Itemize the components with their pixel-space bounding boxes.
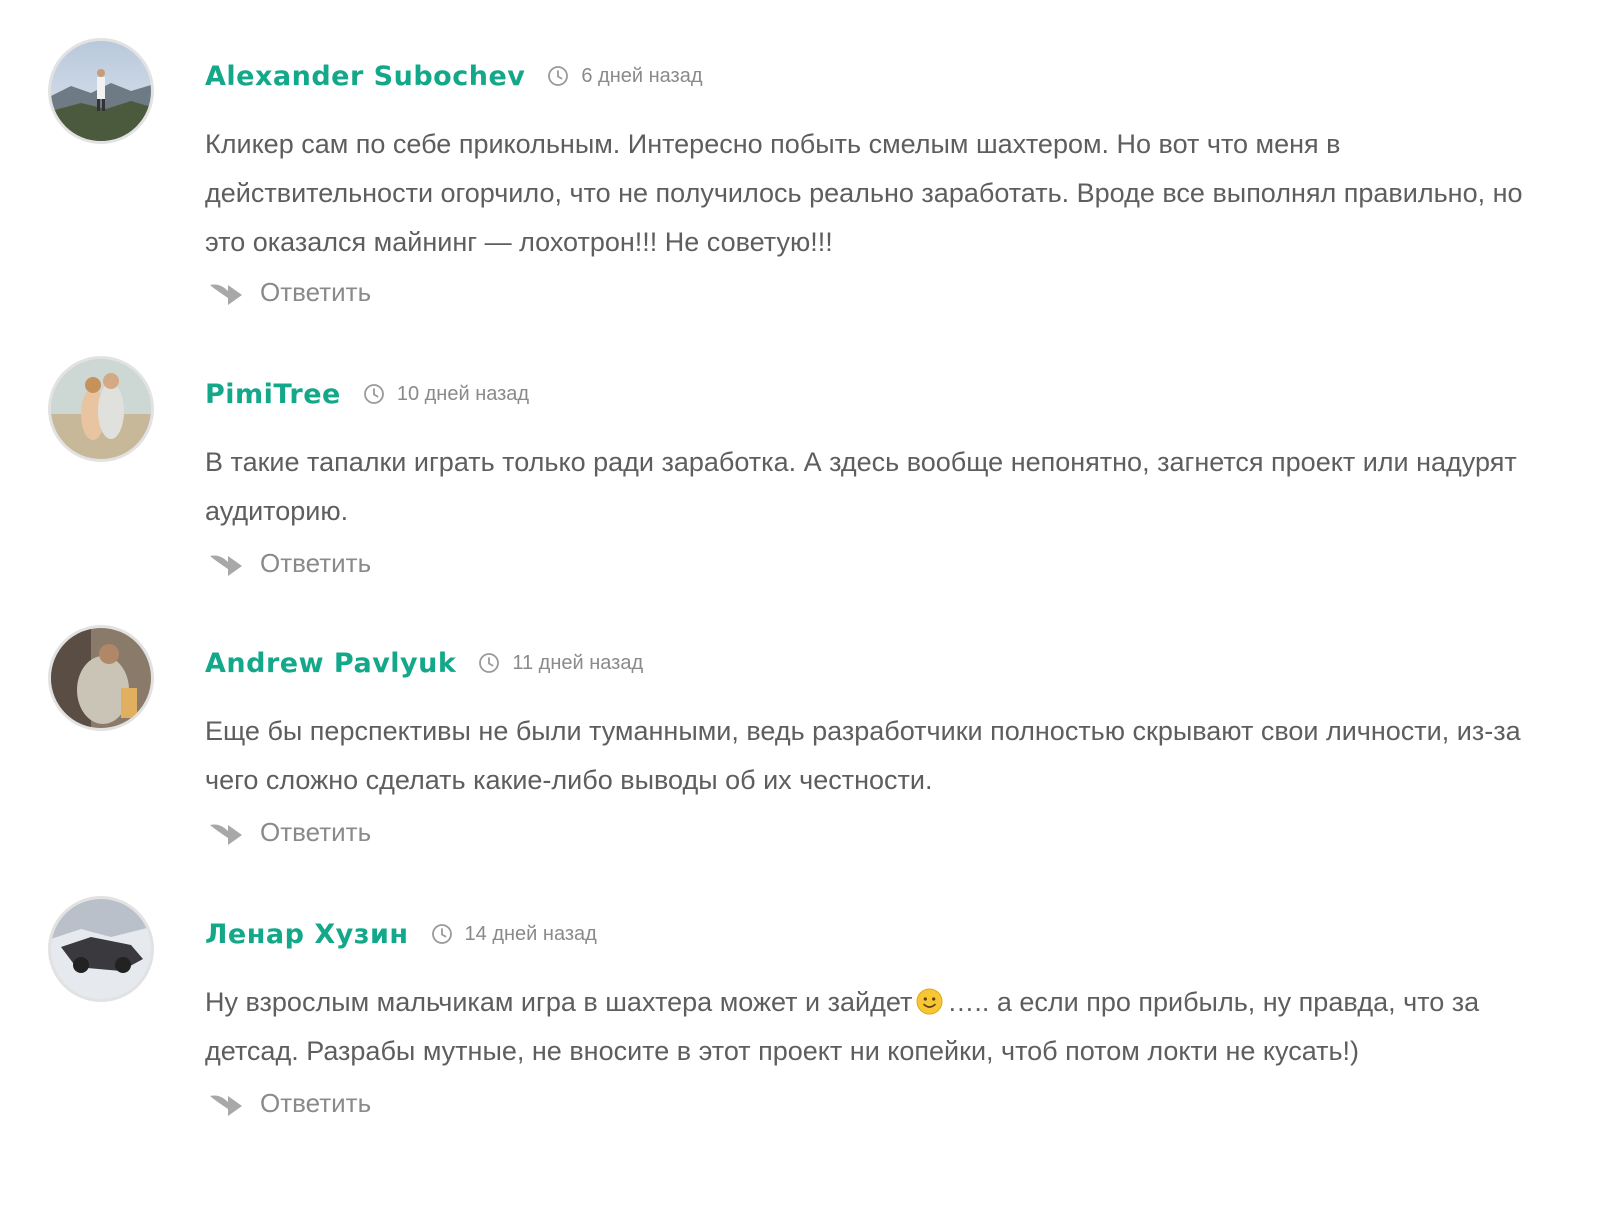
clock-icon <box>478 652 500 674</box>
reply-label: Ответить <box>260 547 372 578</box>
avatar[interactable] <box>48 625 154 731</box>
comment-meta: PimiTree 10 дней назад <box>205 374 529 414</box>
reply-button[interactable]: Ответить <box>208 543 371 583</box>
comment-time-label: 11 дней назад <box>512 651 644 674</box>
reply-arrow-icon <box>208 548 244 578</box>
comment-time-label: 14 дней назад <box>464 922 597 945</box>
comment-author[interactable]: Ленар Хузин <box>205 919 409 950</box>
reply-label: Ответить <box>260 816 372 847</box>
comment-time-label: 6 дней назад <box>581 64 703 87</box>
reply-label: Ответить <box>260 276 372 307</box>
reply-arrow-icon <box>208 817 244 847</box>
comment-meta: Alexander Subochev 6 дней назад <box>205 56 703 96</box>
reply-arrow-icon <box>208 1088 244 1118</box>
comment-text: Ну взрослым мальчикам игра в шахтера мож… <box>205 978 1560 1076</box>
reply-button[interactable]: Ответить <box>208 1083 371 1123</box>
comment-author[interactable]: Alexander Subochev <box>205 61 525 92</box>
comment-author[interactable]: PimiTree <box>205 379 341 410</box>
comment-text: В такие тапалки играть только ради зараб… <box>205 447 1517 526</box>
reply-button[interactable]: Ответить <box>208 812 371 852</box>
reply-label: Ответить <box>260 1087 372 1118</box>
avatar[interactable] <box>48 38 154 144</box>
comment-time-label: 10 дней назад <box>396 382 530 405</box>
comment-time[interactable]: 10 дней назад <box>363 383 529 406</box>
comment-meta: Ленар Хузин 14 дней назад <box>205 914 597 954</box>
clock-icon <box>547 65 569 87</box>
comment-text-part: Ну взрослым мальчикам игра в шахтера мож… <box>205 987 913 1017</box>
reply-arrow-icon <box>208 277 244 307</box>
reply-button[interactable]: Ответить <box>208 272 371 312</box>
comment-text: Кликер сам по себе прикольным. Интересно… <box>205 129 1523 257</box>
clock-icon <box>363 383 385 405</box>
comment-text: Еще бы перспективы не были туманными, ве… <box>205 716 1521 795</box>
avatar[interactable] <box>48 356 154 462</box>
comment-author[interactable]: Andrew Pavlyuk <box>205 648 456 679</box>
slightly-smiling-face-icon <box>916 982 943 1015</box>
clock-icon <box>431 923 453 945</box>
comment-time[interactable]: 14 дней назад <box>431 923 597 946</box>
avatar[interactable] <box>48 896 154 1002</box>
comment-meta: Andrew Pavlyuk 11 дней назад <box>205 643 643 683</box>
comment-time[interactable]: 6 дней назад <box>547 64 703 88</box>
comment-time[interactable]: 11 дней назад <box>478 652 643 675</box>
